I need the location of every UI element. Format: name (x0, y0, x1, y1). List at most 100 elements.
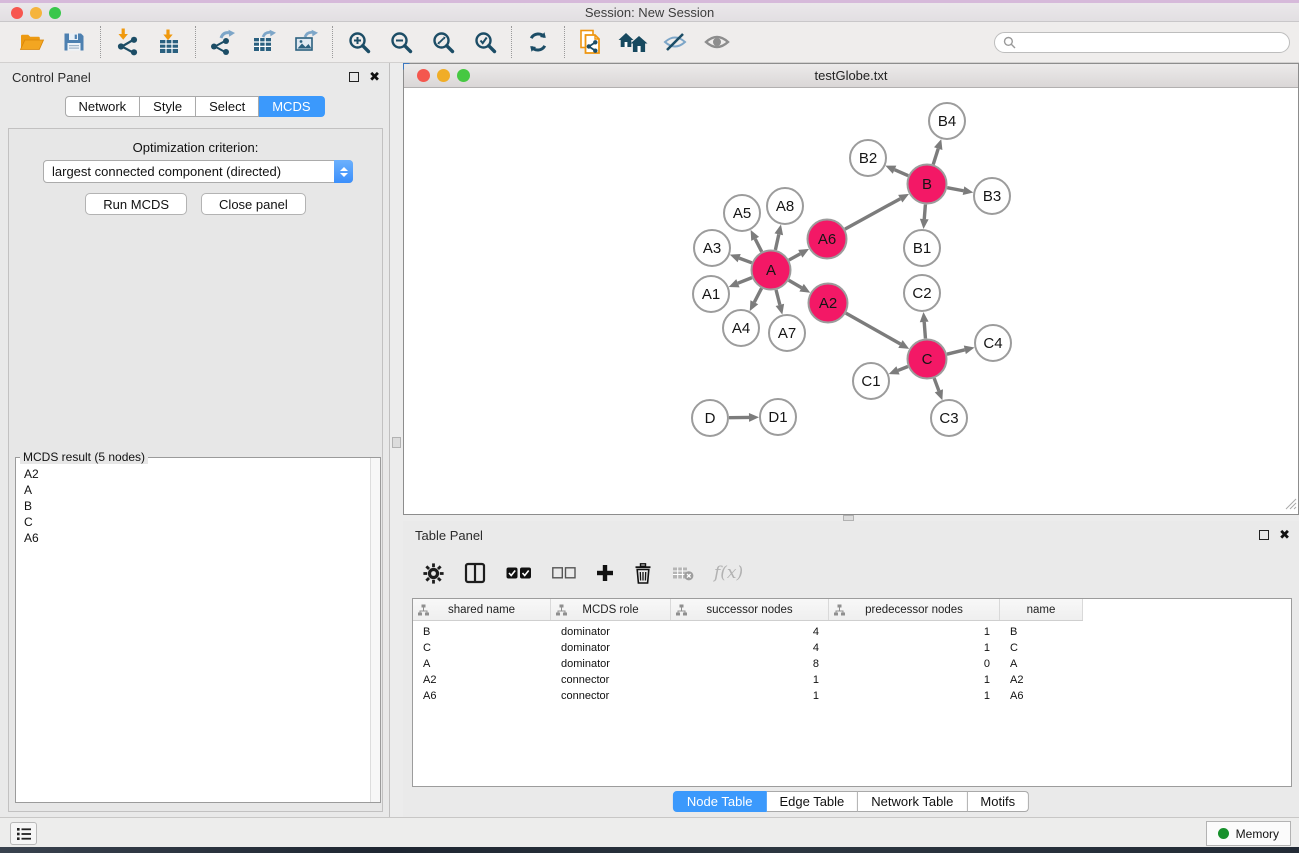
resize-grip-icon[interactable] (1283, 496, 1297, 513)
float-table-panel-icon[interactable] (1259, 530, 1269, 540)
graph-edge-C-C4[interactable] (947, 350, 965, 354)
graph-edge-C-C3[interactable] (934, 378, 939, 391)
table-cell: 4 (671, 642, 829, 654)
graph-edge-B-B3[interactable] (947, 188, 963, 191)
graph-node-label: C3 (939, 410, 958, 427)
save-session-button[interactable] (59, 25, 89, 59)
graph-edge-C-C2[interactable] (924, 322, 925, 339)
graph-edge-A-A2[interactable] (789, 280, 802, 287)
table-row[interactable]: A6connector11A6 (413, 688, 1291, 704)
panel-divider-handle[interactable] (392, 437, 401, 448)
graph-edge-B-B2[interactable] (895, 170, 909, 176)
import-network-icon (113, 28, 141, 56)
graph-edge-A-A8[interactable] (775, 234, 778, 250)
graph-node-label: C1 (861, 373, 880, 390)
select-all-columns-button[interactable] (506, 566, 532, 580)
delete-columns-button[interactable] (634, 563, 652, 584)
graph-edge-B-B1[interactable] (924, 204, 925, 219)
graph-node-label: D1 (768, 409, 787, 426)
column-type-icon (676, 604, 687, 616)
open-network-file-button[interactable] (576, 25, 606, 59)
table-row[interactable]: Cdominator41C (413, 640, 1291, 656)
table-cell: dominator (551, 658, 671, 670)
result-list-item[interactable]: A (24, 482, 369, 498)
unchecked-boxes-icon (552, 567, 576, 579)
table-tab-edge-table[interactable]: Edge Table (766, 791, 858, 812)
search-input[interactable] (1021, 35, 1281, 49)
table-tab-node-table[interactable]: Node Table (673, 791, 767, 812)
graph-edge-B-B4[interactable] (933, 149, 938, 165)
refresh-network-button[interactable] (523, 25, 553, 59)
table-panel-title: Table Panel (415, 528, 483, 543)
table-tab-motifs[interactable]: Motifs (967, 791, 1029, 812)
mcds-result-list[interactable]: A2ABCA6 (17, 459, 369, 801)
graph-node-label: A6 (818, 231, 836, 248)
table-options-button[interactable] (423, 563, 444, 584)
table-row[interactable]: Adominator80A (413, 656, 1291, 672)
network-canvas[interactable]: AA1A2A3A4A5A6A7A8BB1B2B3B4CC1C2C3C4DD1 (404, 88, 1298, 514)
export-network-button[interactable] (207, 25, 237, 59)
graph-edge-A-A5[interactable] (755, 239, 762, 252)
graph-edge-A-A6[interactable] (789, 254, 800, 260)
delete-table-button[interactable] (672, 565, 694, 581)
result-list-item[interactable]: A2 (24, 466, 369, 482)
tab-style[interactable]: Style (140, 96, 196, 117)
task-history-button[interactable] (10, 822, 37, 845)
zoom-fit-button[interactable] (428, 25, 458, 59)
first-neighbors-button[interactable] (618, 25, 648, 59)
column-header-predecessor-nodes[interactable]: predecessor nodes (829, 599, 1000, 620)
zoom-selected-icon (473, 30, 498, 55)
search-field[interactable] (994, 32, 1290, 53)
column-header-MCDS-role[interactable]: MCDS role (551, 599, 671, 620)
column-header-name[interactable]: name (1000, 599, 1083, 620)
table-tab-network-table[interactable]: Network Table (858, 791, 967, 812)
run-mcds-button[interactable]: Run MCDS (85, 193, 187, 215)
columns-icon (464, 562, 486, 584)
export-image-button[interactable] (291, 25, 321, 59)
close-panel-icon[interactable]: ✖ (369, 71, 380, 82)
zoom-in-button[interactable] (344, 25, 374, 59)
graph-edge-arrowhead (730, 254, 741, 262)
create-column-button[interactable] (596, 564, 614, 582)
result-list-item[interactable]: A6 (24, 530, 369, 546)
float-panel-icon[interactable] (349, 72, 359, 82)
export-table-button[interactable] (249, 25, 279, 59)
memory-button[interactable]: Memory (1206, 821, 1291, 846)
function-builder-button[interactable]: f(x) (714, 563, 743, 583)
node-table: shared nameMCDS rolesuccessor nodesprede… (412, 598, 1292, 787)
graph-edge-A-A7[interactable] (776, 290, 780, 305)
column-header-shared-name[interactable]: shared name (413, 599, 551, 620)
graph-node-label: B4 (938, 113, 956, 130)
import-table-button[interactable] (154, 25, 184, 59)
graph-edge-C-C1[interactable] (898, 366, 908, 370)
open-file-button[interactable] (17, 25, 47, 59)
graph-edge-A6-B[interactable] (845, 199, 900, 229)
result-list-item[interactable]: B (24, 498, 369, 514)
close-panel-button[interactable]: Close panel (201, 193, 306, 215)
close-table-panel-icon[interactable]: ✖ (1279, 529, 1290, 540)
show-graphics-details-button[interactable] (702, 25, 732, 59)
graph-edge-A2-C[interactable] (846, 313, 901, 344)
zoom-selected-button[interactable] (470, 25, 500, 59)
show-column-panel-button[interactable] (464, 562, 486, 584)
tab-mcds[interactable]: MCDS (259, 96, 324, 117)
network-window-titlebar[interactable]: testGlobe.txt (404, 64, 1298, 88)
criterion-dropdown[interactable]: largest connected component (directed) (43, 160, 353, 183)
table-cell: A6 (413, 690, 551, 702)
graph-edge-A-A1[interactable] (738, 278, 752, 284)
column-header-successor-nodes[interactable]: successor nodes (671, 599, 829, 620)
result-scrollbar[interactable] (370, 458, 380, 802)
tab-select[interactable]: Select (196, 96, 259, 117)
result-list-item[interactable]: C (24, 514, 369, 530)
tab-network[interactable]: Network (64, 96, 140, 117)
hide-graphics-details-button[interactable] (660, 25, 690, 59)
table-row[interactable]: A2connector11A2 (413, 672, 1291, 688)
graph-edge-arrowhead (729, 279, 740, 287)
table-panel-buttons: ✖ (1259, 529, 1290, 540)
graph-edge-A-A4[interactable] (754, 288, 761, 302)
zoom-out-button[interactable] (386, 25, 416, 59)
table-row[interactable]: Bdominator41B (413, 624, 1291, 640)
unselect-all-columns-button[interactable] (552, 567, 576, 579)
graph-edge-A-A3[interactable] (739, 258, 752, 263)
import-network-button[interactable] (112, 25, 142, 59)
